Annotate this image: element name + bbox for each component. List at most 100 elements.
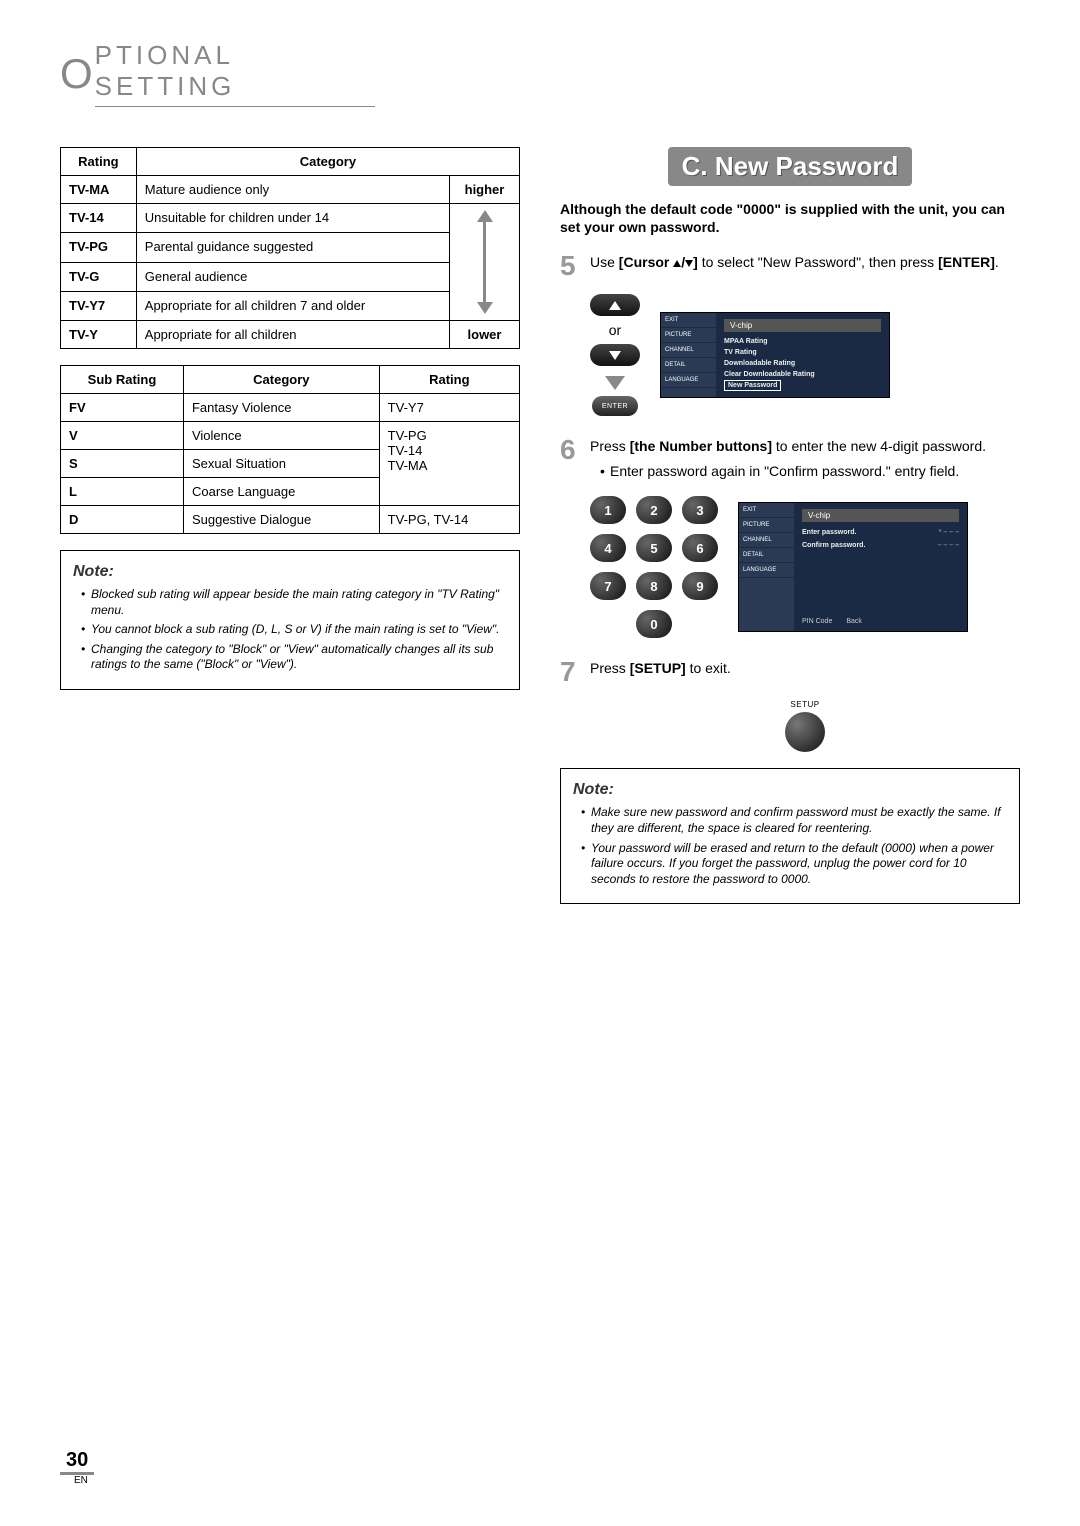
setup-button[interactable]: [785, 712, 825, 752]
arrow-lower: lower: [450, 321, 520, 349]
up-arrow-icon: [609, 301, 621, 310]
cursor-pad: or ENTER: [590, 294, 640, 416]
step-text: Press [SETUP] to exit.: [590, 658, 731, 679]
step-number: 5: [560, 252, 590, 280]
step-5: 5 Use [Cursor /] to select "New Password…: [560, 252, 1020, 280]
tv-item-selected: New Password: [724, 380, 781, 391]
tv-menu-1: EXIT PICTURE CHANNEL DETAIL LANGUAGE V-c…: [660, 312, 890, 398]
setup-label: [SETUP]: [630, 660, 686, 676]
sub-cat-cell: Suggestive Dialogue: [183, 506, 379, 534]
number-buttons-label: [the Number buttons]: [630, 438, 772, 454]
section-intro: Although the default code "0000" is supp…: [560, 200, 1020, 236]
tv-menu-2: EXIT PICTURE CHANNEL DETAIL LANGUAGE V-c…: [738, 502, 968, 632]
or-text: or: [609, 322, 621, 338]
note-item: Changing the category to "Block" or "Vie…: [81, 642, 507, 673]
num-button-4[interactable]: 4: [590, 534, 626, 562]
tv-side-item: EXIT: [661, 313, 716, 328]
header-prefix: O: [60, 50, 93, 98]
tv-row: Enter password. * – – –: [802, 526, 959, 539]
num-button-6[interactable]: 6: [682, 534, 718, 562]
number-pad: 1 2 3 4 5 6 7 8 9 0: [590, 496, 718, 638]
arrow-graphic: [450, 204, 520, 321]
enter-button[interactable]: ENTER: [592, 396, 638, 416]
num-button-3[interactable]: 3: [682, 496, 718, 524]
tv-row-value: * – – –: [939, 529, 959, 536]
tv-footer: PIN Code Back: [802, 614, 959, 625]
tv-item: TV Rating: [724, 347, 881, 358]
sub-cat-cell: Sexual Situation: [183, 450, 379, 478]
note-item: Blocked sub rating will appear beside th…: [81, 587, 507, 618]
step-text: Use [Cursor /] to select "New Password",…: [590, 252, 999, 273]
sub-cell: D: [61, 506, 184, 534]
tv-side-item: CHANNEL: [739, 533, 794, 548]
tv-footer-item: PIN Code: [802, 618, 832, 625]
sub-cell: L: [61, 478, 184, 506]
tv-side-menu: EXIT PICTURE CHANNEL DETAIL LANGUAGE: [661, 313, 716, 397]
right-column: C. New Password Although the default cod…: [560, 147, 1020, 904]
setup-button-figure: SETUP: [590, 700, 1020, 752]
num-button-2[interactable]: 2: [636, 496, 672, 524]
sub-cat-cell: Coarse Language: [183, 478, 379, 506]
step-text-fragment: Use: [590, 254, 619, 270]
sub-cat-cell: Fantasy Violence: [183, 394, 379, 422]
header-title: PTIONAL SETTING: [95, 40, 375, 107]
sub-rating-header: Rating: [379, 366, 519, 394]
rating-cell: TV-PG: [61, 233, 137, 262]
step-text-fragment: .: [995, 254, 999, 270]
rating-cell: TV-Y: [61, 321, 137, 349]
category-cell: Appropriate for all children 7 and older: [136, 291, 449, 320]
sub-header: Sub Rating: [61, 366, 184, 394]
step-text-fragment: ]: [693, 254, 702, 270]
rating-table: Rating Category TV-MA Mature audience on…: [60, 147, 520, 349]
arrow-higher: higher: [450, 176, 520, 204]
tv-side-item: EXIT: [739, 503, 794, 518]
cursor-down-button[interactable]: [590, 344, 640, 366]
tv-main-panel: V-chip Enter password. * – – – Confirm p…: [794, 503, 967, 631]
tv-title: V-chip: [724, 319, 881, 332]
page-header: O PTIONAL SETTING: [60, 40, 1020, 107]
tv-main-panel: V-chip MPAA Rating TV Rating Downloadabl…: [716, 313, 889, 397]
tv-side-item: PICTURE: [661, 328, 716, 343]
step-text-fragment: to enter the new 4-digit password.: [772, 438, 986, 454]
sub-rating-cell: TV-Y7: [379, 394, 519, 422]
step-text-fragment: to select "New Password", then press: [702, 254, 938, 270]
figure-step6: 1 2 3 4 5 6 7 8 9 0 EXIT PICTURE CHANNEL…: [590, 496, 1020, 638]
note-item: Make sure new password and confirm passw…: [581, 805, 1007, 836]
num-button-0[interactable]: 0: [636, 610, 672, 638]
down-arrow-icon: [609, 351, 621, 360]
step-text-fragment: to exit.: [686, 660, 731, 676]
num-button-1[interactable]: 1: [590, 496, 626, 524]
sub-cell: FV: [61, 394, 184, 422]
num-button-9[interactable]: 9: [682, 572, 718, 600]
num-button-5[interactable]: 5: [636, 534, 672, 562]
left-column: Rating Category TV-MA Mature audience on…: [60, 147, 520, 904]
cursor-up-button[interactable]: [590, 294, 640, 316]
num-button-8[interactable]: 8: [636, 572, 672, 600]
category-cell: General audience: [136, 262, 449, 291]
step-text: Press [the Number buttons] to enter the …: [590, 436, 986, 482]
tv-row-label: Confirm password.: [802, 542, 865, 549]
tv-title: V-chip: [802, 509, 959, 522]
tv-side-item: DETAIL: [739, 548, 794, 563]
rating-header: Rating: [61, 148, 137, 176]
section-c-title: C. New Password: [560, 147, 1020, 186]
step-6: 6 Press [the Number buttons] to enter th…: [560, 436, 1020, 482]
step-7: 7 Press [SETUP] to exit.: [560, 658, 1020, 686]
tv-item: Downloadable Rating: [724, 358, 881, 369]
tv-side-item: LANGUAGE: [661, 373, 716, 388]
rating-cell: TV-Y7: [61, 291, 137, 320]
note-title: Note:: [73, 563, 507, 581]
page-footer: 30 EN: [60, 1449, 94, 1486]
figure-step5: or ENTER EXIT PICTURE CHANNEL DETAIL LAN…: [590, 294, 1020, 416]
tv-side-item: DETAIL: [661, 358, 716, 373]
tv-side-item: PICTURE: [739, 518, 794, 533]
note-box-1: Note: Blocked sub rating will appear bes…: [60, 550, 520, 690]
tv-item: MPAA Rating: [724, 336, 881, 347]
num-button-7[interactable]: 7: [590, 572, 626, 600]
rating-cell: TV-14: [61, 204, 137, 233]
step-text-fragment: Press: [590, 660, 630, 676]
step-number: 6: [560, 436, 590, 464]
sub-cat-header: Category: [183, 366, 379, 394]
page-number: 30: [60, 1449, 94, 1475]
category-cell: Parental guidance suggested: [136, 233, 449, 262]
